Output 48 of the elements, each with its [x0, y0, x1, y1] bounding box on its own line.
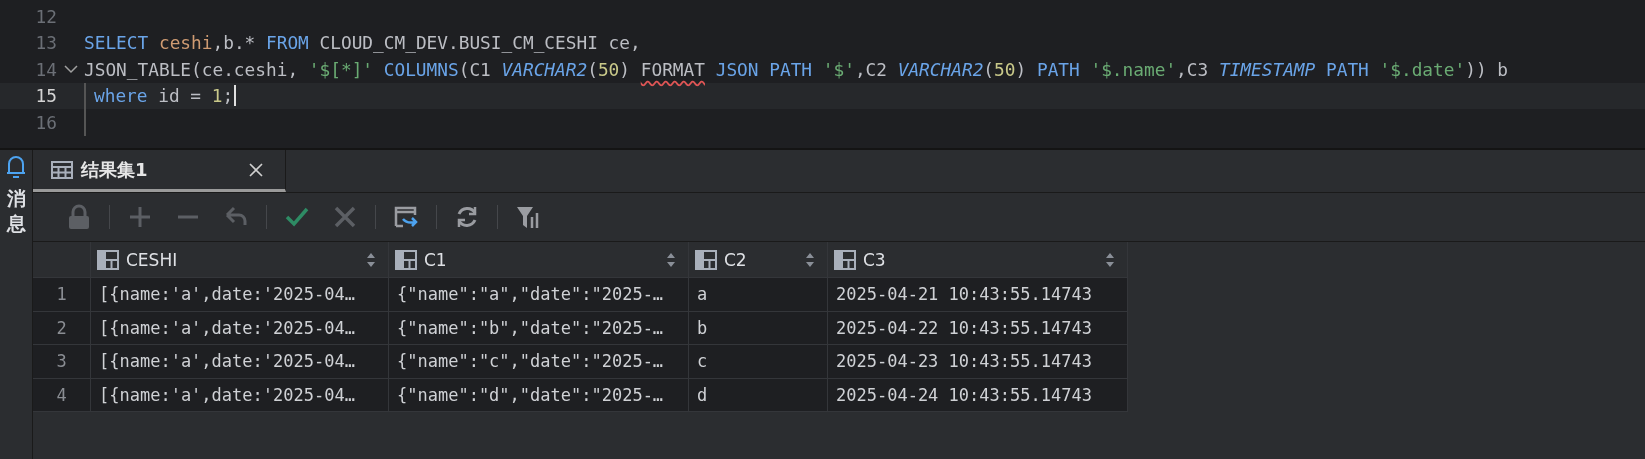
table-cell: {"name":"b","date":"2025-…: [389, 311, 689, 344]
result-tab[interactable]: 结果集1: [33, 150, 286, 192]
table-cell: b: [689, 311, 828, 344]
table-cell: c: [689, 345, 828, 378]
column-header[interactable]: C2: [689, 242, 828, 277]
line-number: 13: [34, 32, 57, 54]
line-number: 14: [34, 58, 57, 80]
column-header[interactable]: C1: [389, 242, 689, 277]
row-number: 3: [33, 345, 91, 378]
line-number: 16: [34, 111, 57, 133]
export-icon[interactable]: [393, 204, 419, 230]
column-header[interactable]: C3: [828, 242, 1128, 277]
filter-icon[interactable]: [515, 204, 541, 230]
line-number: 15: [34, 85, 57, 107]
sort-icon[interactable]: [805, 251, 815, 268]
grid-icon: [51, 160, 73, 179]
table-cell: {"name":"d","date":"2025-…: [389, 378, 689, 411]
sort-icon[interactable]: [666, 251, 676, 268]
table-cell: {"name":"a","date":"2025-…: [389, 278, 689, 311]
table-cell: 2025-04-21 10:43:55.14743: [828, 278, 1128, 311]
table-cell: [{name:'a',date:'2025-04…: [91, 311, 389, 344]
row-number: 4: [33, 378, 91, 411]
column-icon: [834, 249, 856, 270]
code-line: SELECT ceshi,b.* FROM CLOUD_CM_DEV.BUSI_CM_CESHI ce,: [84, 32, 641, 54]
table-cell: 2025-04-22 10:43:55.14743: [828, 311, 1128, 344]
table-cell: a: [689, 278, 828, 311]
line-number: 12: [34, 5, 57, 27]
row-number: 2: [33, 311, 91, 344]
table-cell: [{name:'a',date:'2025-04…: [91, 345, 389, 378]
code-line: JSON_TABLE(ce.ceshi, '$[*]' COLUMNS(C1 VARCHAR2(50) FORMAT JSON PATH '$',C2 VARCHAR2(50) PATH '$.name',C3 TIMESTAMP PATH '$.date')) b: [84, 58, 1508, 80]
row-number: 1: [33, 278, 91, 311]
code-line: where id = 1;: [94, 85, 234, 107]
column-icon: [395, 249, 417, 270]
table-cell: {"name":"c","date":"2025-…: [389, 345, 689, 378]
table-cell: [{name:'a',date:'2025-04…: [91, 278, 389, 311]
column-header[interactable]: CESHI: [91, 242, 389, 277]
table-cell: 2025-04-23 10:43:55.14743: [828, 345, 1128, 378]
sort-icon[interactable]: [366, 251, 376, 268]
chevron-icon[interactable]: [63, 64, 78, 75]
table-cell: [{name:'a',date:'2025-04…: [91, 378, 389, 411]
bell-icon[interactable]: [6, 154, 26, 180]
column-icon: [695, 249, 717, 270]
close-icon[interactable]: [249, 162, 263, 177]
table-cell: d: [689, 378, 828, 411]
table-cell: 2025-04-24 10:43:55.14743: [828, 378, 1128, 411]
column-icon: [97, 249, 119, 270]
sort-icon[interactable]: [1105, 251, 1115, 268]
messages-label[interactable]: 消息: [6, 186, 26, 236]
